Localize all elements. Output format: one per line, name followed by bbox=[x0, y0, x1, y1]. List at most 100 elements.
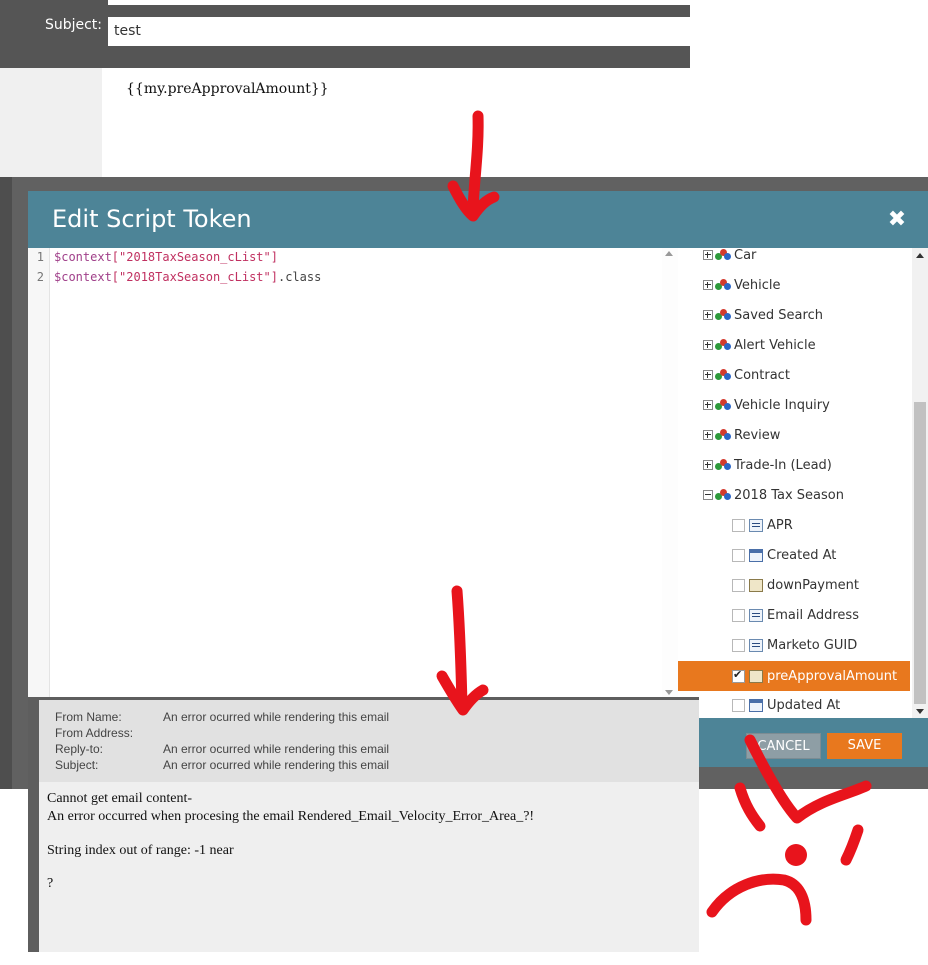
date-field-icon bbox=[749, 548, 763, 562]
code-string: ["2018TaxSeason_cList"] bbox=[111, 250, 278, 264]
tree-node-contract[interactable]: Contract bbox=[703, 364, 790, 386]
tree-node-label: Saved Search bbox=[734, 307, 823, 323]
error-line: String index out of range: -1 near bbox=[47, 843, 234, 858]
date-field-icon bbox=[749, 698, 763, 712]
expand-icon[interactable] bbox=[703, 340, 713, 350]
tree-node-label: 2018 Tax Season bbox=[734, 487, 844, 503]
reply-to-label: Reply-to: bbox=[55, 742, 104, 756]
code-editor-scrollbar[interactable] bbox=[662, 248, 678, 698]
expand-icon[interactable] bbox=[703, 460, 713, 470]
from-name-value: An error ocurred while rendering this em… bbox=[163, 710, 390, 724]
tree-field-marketo-guid[interactable]: Marketo GUID bbox=[732, 634, 857, 656]
close-icon[interactable]: ✖ bbox=[886, 209, 908, 231]
tree-node-review[interactable]: Review bbox=[703, 424, 780, 446]
save-button[interactable]: SAVE bbox=[827, 733, 902, 759]
editor-left-panel bbox=[0, 68, 102, 178]
tree-node-label: Alert Vehicle bbox=[734, 337, 816, 353]
tree-node-2018-tax-season[interactable]: 2018 Tax Season bbox=[703, 484, 844, 506]
tree-field-apr[interactable]: APR bbox=[732, 514, 793, 536]
tree-field-email-address[interactable]: Email Address bbox=[732, 604, 859, 626]
tree-field-label: downPayment bbox=[767, 577, 859, 593]
expand-icon[interactable] bbox=[703, 250, 713, 260]
script-code-editor[interactable] bbox=[28, 248, 678, 698]
custom-object-icon bbox=[715, 309, 731, 321]
tree-field-label: Email Address bbox=[767, 607, 859, 623]
code-line[interactable]: $context["2018TaxSeason_cList"].class bbox=[54, 270, 321, 284]
tree-node-vehicle[interactable]: Vehicle bbox=[703, 274, 781, 296]
modal-backdrop-edge bbox=[0, 177, 12, 789]
line-number: 2 bbox=[36, 270, 44, 284]
tree-field-updated-at[interactable]: Updated At bbox=[732, 694, 840, 716]
tree-node-car[interactable]: Car bbox=[703, 244, 756, 266]
dialog-title: Edit Script Token bbox=[52, 205, 252, 233]
tree-field-label: Updated At bbox=[767, 697, 841, 713]
tree-node-label: Car bbox=[734, 247, 757, 263]
annotation-frown-eye bbox=[840, 824, 864, 866]
text-field-icon bbox=[749, 638, 763, 652]
expand-icon[interactable] bbox=[703, 280, 713, 290]
tree-field-down-payment[interactable]: downPayment bbox=[732, 574, 859, 596]
error-line: An error occurred when procesing the ema… bbox=[47, 809, 535, 824]
tree-node-label: Review bbox=[734, 427, 781, 443]
line-number-gutter bbox=[28, 248, 50, 698]
tree-node-vehicle-inquiry[interactable]: Vehicle Inquiry bbox=[703, 394, 830, 416]
field-checkbox[interactable] bbox=[732, 518, 745, 532]
scroll-down-icon[interactable] bbox=[916, 709, 924, 714]
scroll-up-icon[interactable] bbox=[665, 251, 673, 256]
custom-object-icon bbox=[715, 249, 731, 261]
expand-icon[interactable] bbox=[703, 370, 713, 380]
custom-object-icon bbox=[715, 279, 731, 291]
text-field-icon bbox=[749, 608, 763, 622]
tree-scrollbar-thumb[interactable] bbox=[914, 402, 926, 704]
number-field-icon bbox=[749, 578, 763, 592]
code-variable: $context bbox=[54, 270, 112, 284]
email-body-token: {{my.preApprovalAmount}} bbox=[126, 81, 329, 97]
from-address-label: From Address: bbox=[55, 726, 134, 740]
field-checkbox[interactable] bbox=[732, 698, 745, 712]
cancel-button[interactable]: CANCEL bbox=[746, 733, 821, 759]
tree-node-label: Trade-In (Lead) bbox=[734, 457, 832, 473]
preview-subject-label: Subject: bbox=[55, 758, 99, 772]
error-line: Cannot get email content- bbox=[47, 791, 193, 806]
tree-node-alert-vehicle[interactable]: Alert Vehicle bbox=[703, 334, 816, 356]
annotation-dot bbox=[785, 844, 807, 866]
preview-subject-value: An error ocurred while rendering this em… bbox=[163, 758, 390, 772]
expand-icon[interactable] bbox=[703, 400, 713, 410]
subject-input[interactable]: test bbox=[108, 17, 690, 46]
code-line[interactable]: $context["2018TaxSeason_cList"] bbox=[54, 250, 278, 264]
tree-field-label: preApprovalAmount bbox=[767, 668, 898, 684]
custom-object-icon bbox=[715, 489, 731, 501]
preview-body bbox=[39, 782, 699, 952]
expand-icon[interactable] bbox=[703, 430, 713, 440]
tree-field-pre-approval-amount[interactable]: preApprovalAmount bbox=[732, 665, 897, 687]
tree-field-label: Created At bbox=[767, 547, 837, 563]
annotation-frown-mouth bbox=[706, 873, 812, 926]
custom-object-icon bbox=[715, 369, 731, 381]
scroll-up-icon[interactable] bbox=[916, 253, 924, 258]
collapse-icon[interactable] bbox=[703, 490, 713, 500]
expand-icon[interactable] bbox=[703, 310, 713, 320]
scroll-down-icon[interactable] bbox=[665, 690, 673, 695]
custom-object-icon bbox=[715, 399, 731, 411]
tree-field-label: Marketo GUID bbox=[767, 637, 858, 653]
error-line: ? bbox=[47, 876, 54, 891]
tree-field-created-at[interactable]: Created At bbox=[732, 544, 836, 566]
tree-node-label: Contract bbox=[734, 367, 790, 383]
field-checkbox[interactable] bbox=[732, 578, 745, 592]
field-checkbox[interactable] bbox=[732, 608, 745, 622]
number-field-icon bbox=[749, 669, 763, 683]
tree-node-label: Vehicle bbox=[734, 277, 781, 293]
tree-node-saved-search[interactable]: Saved Search bbox=[703, 304, 823, 326]
tree-node-trade-in[interactable]: Trade-In (Lead) bbox=[703, 454, 832, 476]
line-number: 1 bbox=[36, 250, 44, 264]
field-checkbox-checked[interactable] bbox=[732, 668, 745, 683]
custom-object-icon bbox=[715, 429, 731, 441]
field-checkbox[interactable] bbox=[732, 548, 745, 562]
code-variable: $context bbox=[54, 250, 112, 264]
code-string: ["2018TaxSeason_cList"] bbox=[111, 270, 278, 284]
annotation-frown-eye bbox=[734, 782, 766, 832]
from-name-label: From Name: bbox=[55, 710, 122, 724]
custom-object-icon bbox=[715, 339, 731, 351]
field-checkbox[interactable] bbox=[732, 638, 745, 652]
code-rest: .class bbox=[277, 270, 322, 284]
